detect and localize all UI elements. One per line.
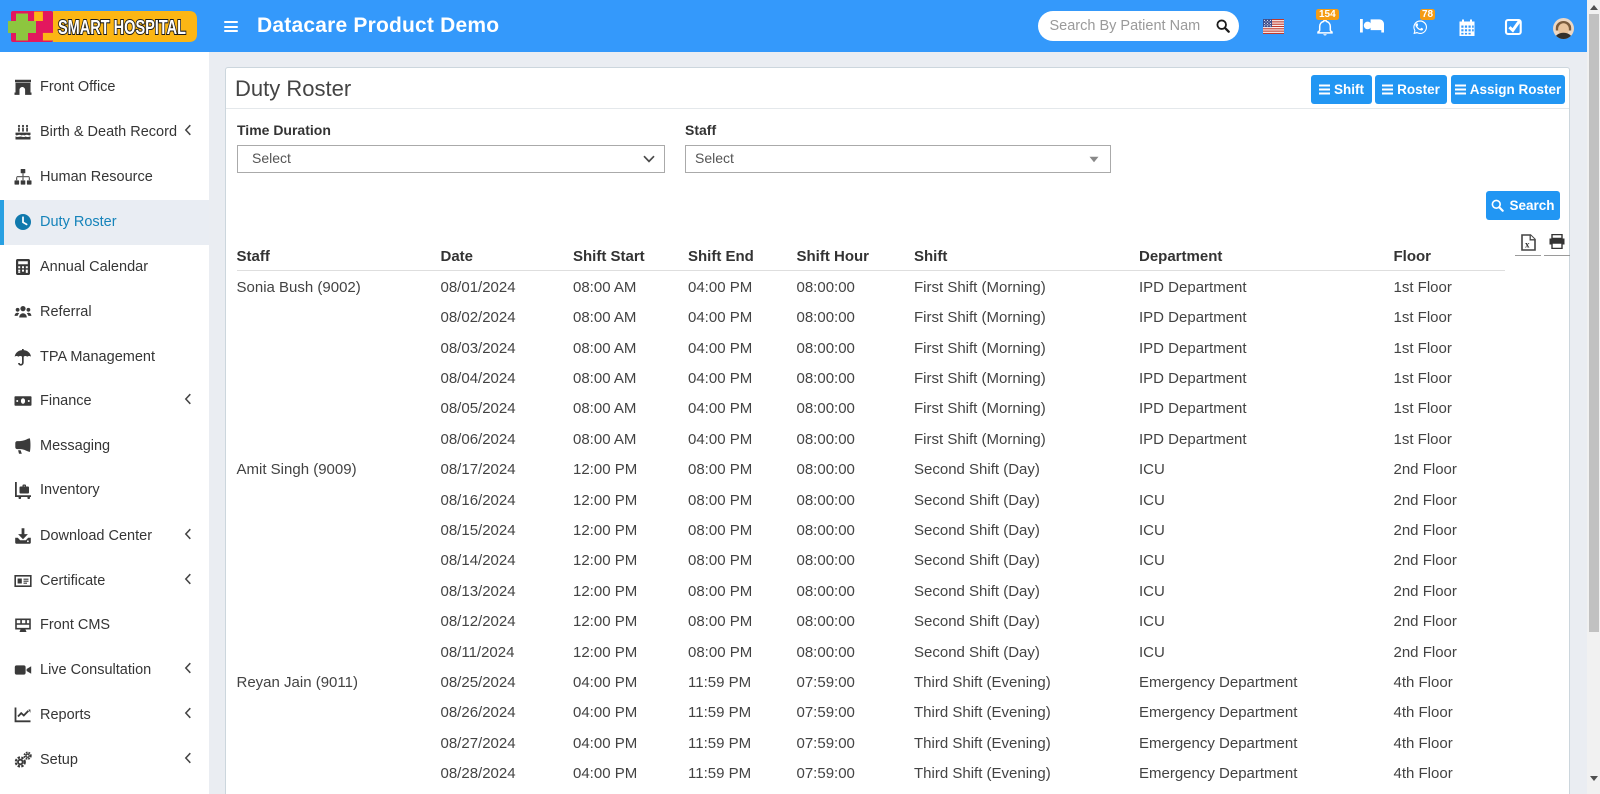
svg-text:SMART HOSPITAL: SMART HOSPITAL [58,17,186,39]
svg-text:x: x [1525,240,1530,250]
